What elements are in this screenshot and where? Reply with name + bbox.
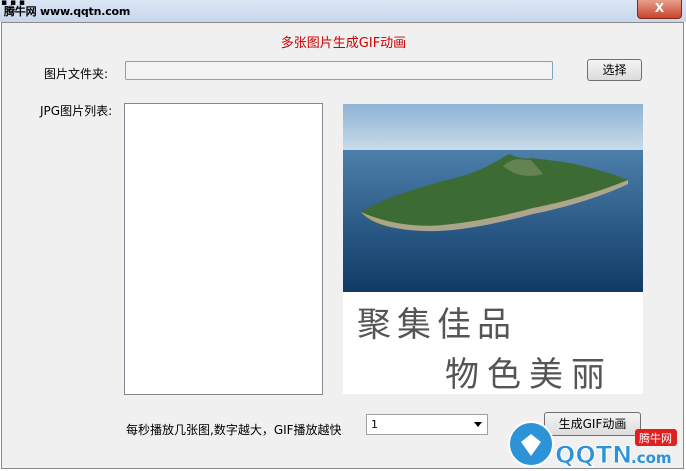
speed-select[interactable]: 1 — [366, 414, 488, 435]
qqtn-logo: QQTN .com 腾牛网 — [508, 421, 677, 470]
folder-label: 图片文件夹: — [44, 67, 109, 81]
logo-brand: QQTN — [555, 441, 632, 469]
preview-photo: 聚集佳品 物色美丽 — [343, 104, 643, 394]
client-area: 多张图片生成GIF动画 图片文件夹: 选择 JPG图片列表: 聚集佳品 物色美丽… — [1, 22, 684, 469]
title-bar: ▪ ▪ ▪ 腾牛网 www.qqtn.com X — [0, 0, 686, 22]
speed-value: 1 — [371, 418, 378, 431]
image-preview: 聚集佳品 物色美丽 — [343, 104, 643, 394]
folder-path-input[interactable] — [125, 61, 553, 80]
speed-label: 每秒播放几张图,数字越大，GIF播放越快 — [126, 423, 342, 437]
app-window: ▪ ▪ ▪ 腾牛网 www.qqtn.com X 多张图片生成GIF动画 图片文… — [0, 0, 686, 471]
page-title: 多张图片生成GIF动画 — [280, 36, 407, 51]
sky — [343, 104, 643, 150]
calligraphy-line-2: 物色美丽 — [445, 355, 613, 394]
site-watermark: 腾牛网 www.qqtn.com — [4, 5, 131, 18]
choose-folder-button[interactable]: 选择 — [587, 59, 642, 81]
calligraphy-line-1: 聚集佳品 — [357, 305, 517, 345]
jpg-file-list[interactable] — [124, 103, 323, 395]
close-button[interactable]: X — [637, 0, 682, 19]
jpg-list-label: JPG图片列表: — [40, 104, 113, 118]
logo-domain: .com — [631, 449, 672, 467]
chevron-down-icon[interactable] — [474, 422, 482, 427]
logo-badge-text: 腾牛网 — [639, 431, 672, 445]
